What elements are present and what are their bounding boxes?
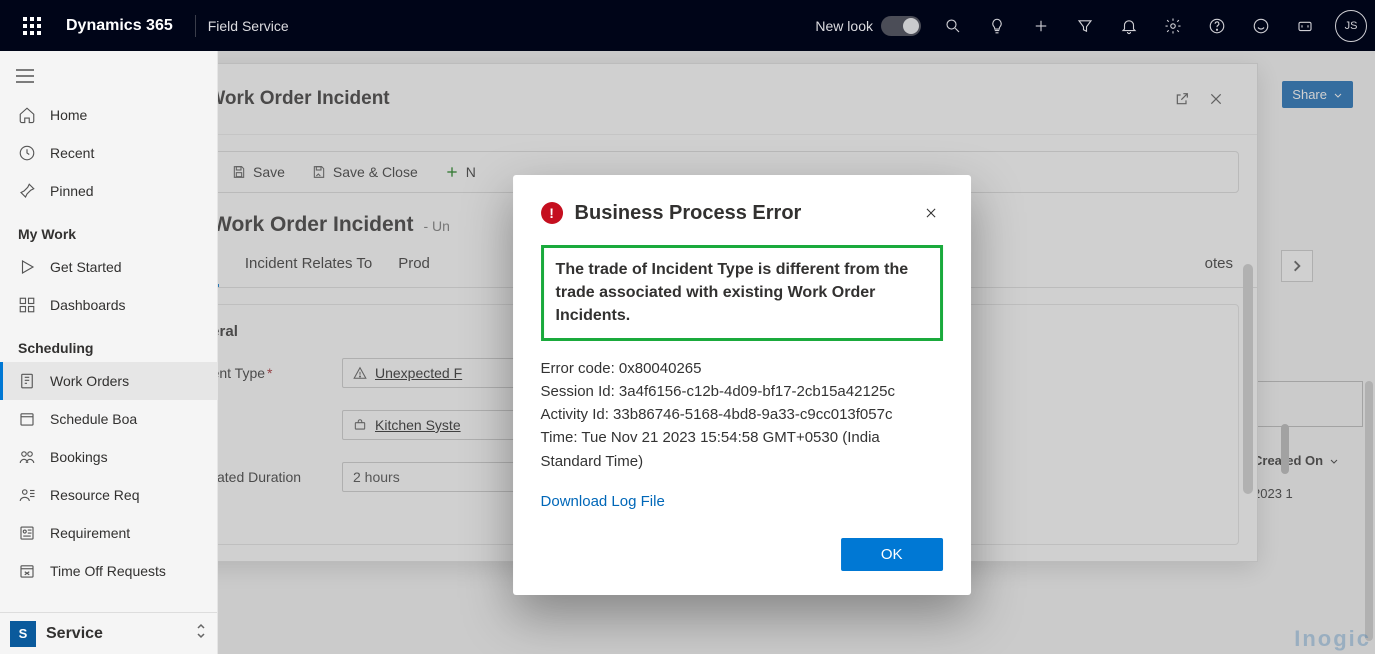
- brand-label[interactable]: Dynamics 365: [56, 17, 183, 35]
- nav-resource-req[interactable]: Resource Req: [0, 476, 217, 514]
- resource-icon: [18, 486, 36, 504]
- nav-bookings[interactable]: Bookings: [0, 438, 217, 476]
- nav-schedule-board[interactable]: Schedule Boa: [0, 400, 217, 438]
- error-dialog: ! Business Process Error The trade of In…: [513, 175, 971, 595]
- gear-icon[interactable]: [1155, 8, 1191, 44]
- plus-icon[interactable]: [1023, 8, 1059, 44]
- calendar-icon: [18, 410, 36, 428]
- sidebar: Home Recent Pinned My Work Get Started D…: [0, 51, 218, 654]
- error-message: The trade of Incident Type is different …: [556, 258, 928, 328]
- app-launcher-icon[interactable]: [8, 17, 56, 35]
- nav-home[interactable]: Home: [0, 96, 217, 134]
- help-icon[interactable]: [1199, 8, 1235, 44]
- sidebar-toggle[interactable]: [0, 51, 217, 96]
- lightbulb-icon[interactable]: [979, 8, 1015, 44]
- search-icon[interactable]: [935, 8, 971, 44]
- requirement-icon: [18, 524, 36, 542]
- bookings-icon: [18, 448, 36, 466]
- main-area: Share Created On 2023 1 Inogic New Work …: [218, 51, 1375, 654]
- error-message-box: The trade of Incident Type is different …: [541, 245, 943, 341]
- feedback-icon[interactable]: [1243, 8, 1279, 44]
- play-icon: [18, 258, 36, 276]
- nav-pinned[interactable]: Pinned: [0, 172, 217, 210]
- filter-icon[interactable]: [1067, 8, 1103, 44]
- dialog-title: Business Process Error: [575, 202, 802, 225]
- workorder-icon: [18, 372, 36, 390]
- group-my-work: My Work: [0, 210, 217, 248]
- new-look-toggle[interactable]: New look: [815, 16, 921, 36]
- user-avatar[interactable]: JS: [1335, 10, 1367, 42]
- nav-time-off[interactable]: Time Off Requests: [0, 552, 217, 590]
- nav-get-started[interactable]: Get Started: [0, 248, 217, 286]
- group-scheduling: Scheduling: [0, 324, 217, 362]
- bell-icon[interactable]: [1111, 8, 1147, 44]
- area-badge: S: [10, 621, 36, 647]
- error-details: Error code: 0x80040265 Session Id: 3a4f6…: [541, 357, 943, 473]
- chevron-updown-icon: [195, 623, 207, 644]
- clock-icon: [18, 144, 36, 162]
- assistant-icon[interactable]: [1287, 8, 1323, 44]
- timeoff-icon: [18, 562, 36, 580]
- nav-dashboards[interactable]: Dashboards: [0, 286, 217, 324]
- error-icon: !: [541, 202, 563, 224]
- pin-icon: [18, 182, 36, 200]
- download-log-link[interactable]: Download Log File: [541, 493, 943, 510]
- app-name[interactable]: Field Service: [208, 18, 289, 34]
- dialog-close-button[interactable]: [919, 201, 943, 225]
- top-bar: Dynamics 365 Field Service New look JS: [0, 0, 1375, 51]
- nav-recent[interactable]: Recent: [0, 134, 217, 172]
- home-icon: [18, 106, 36, 124]
- nav-work-orders[interactable]: Work Orders: [0, 362, 217, 400]
- dashboard-icon: [18, 296, 36, 314]
- area-switcher[interactable]: S Service: [0, 612, 217, 654]
- nav-requirement[interactable]: Requirement: [0, 514, 217, 552]
- ok-button[interactable]: OK: [841, 538, 943, 571]
